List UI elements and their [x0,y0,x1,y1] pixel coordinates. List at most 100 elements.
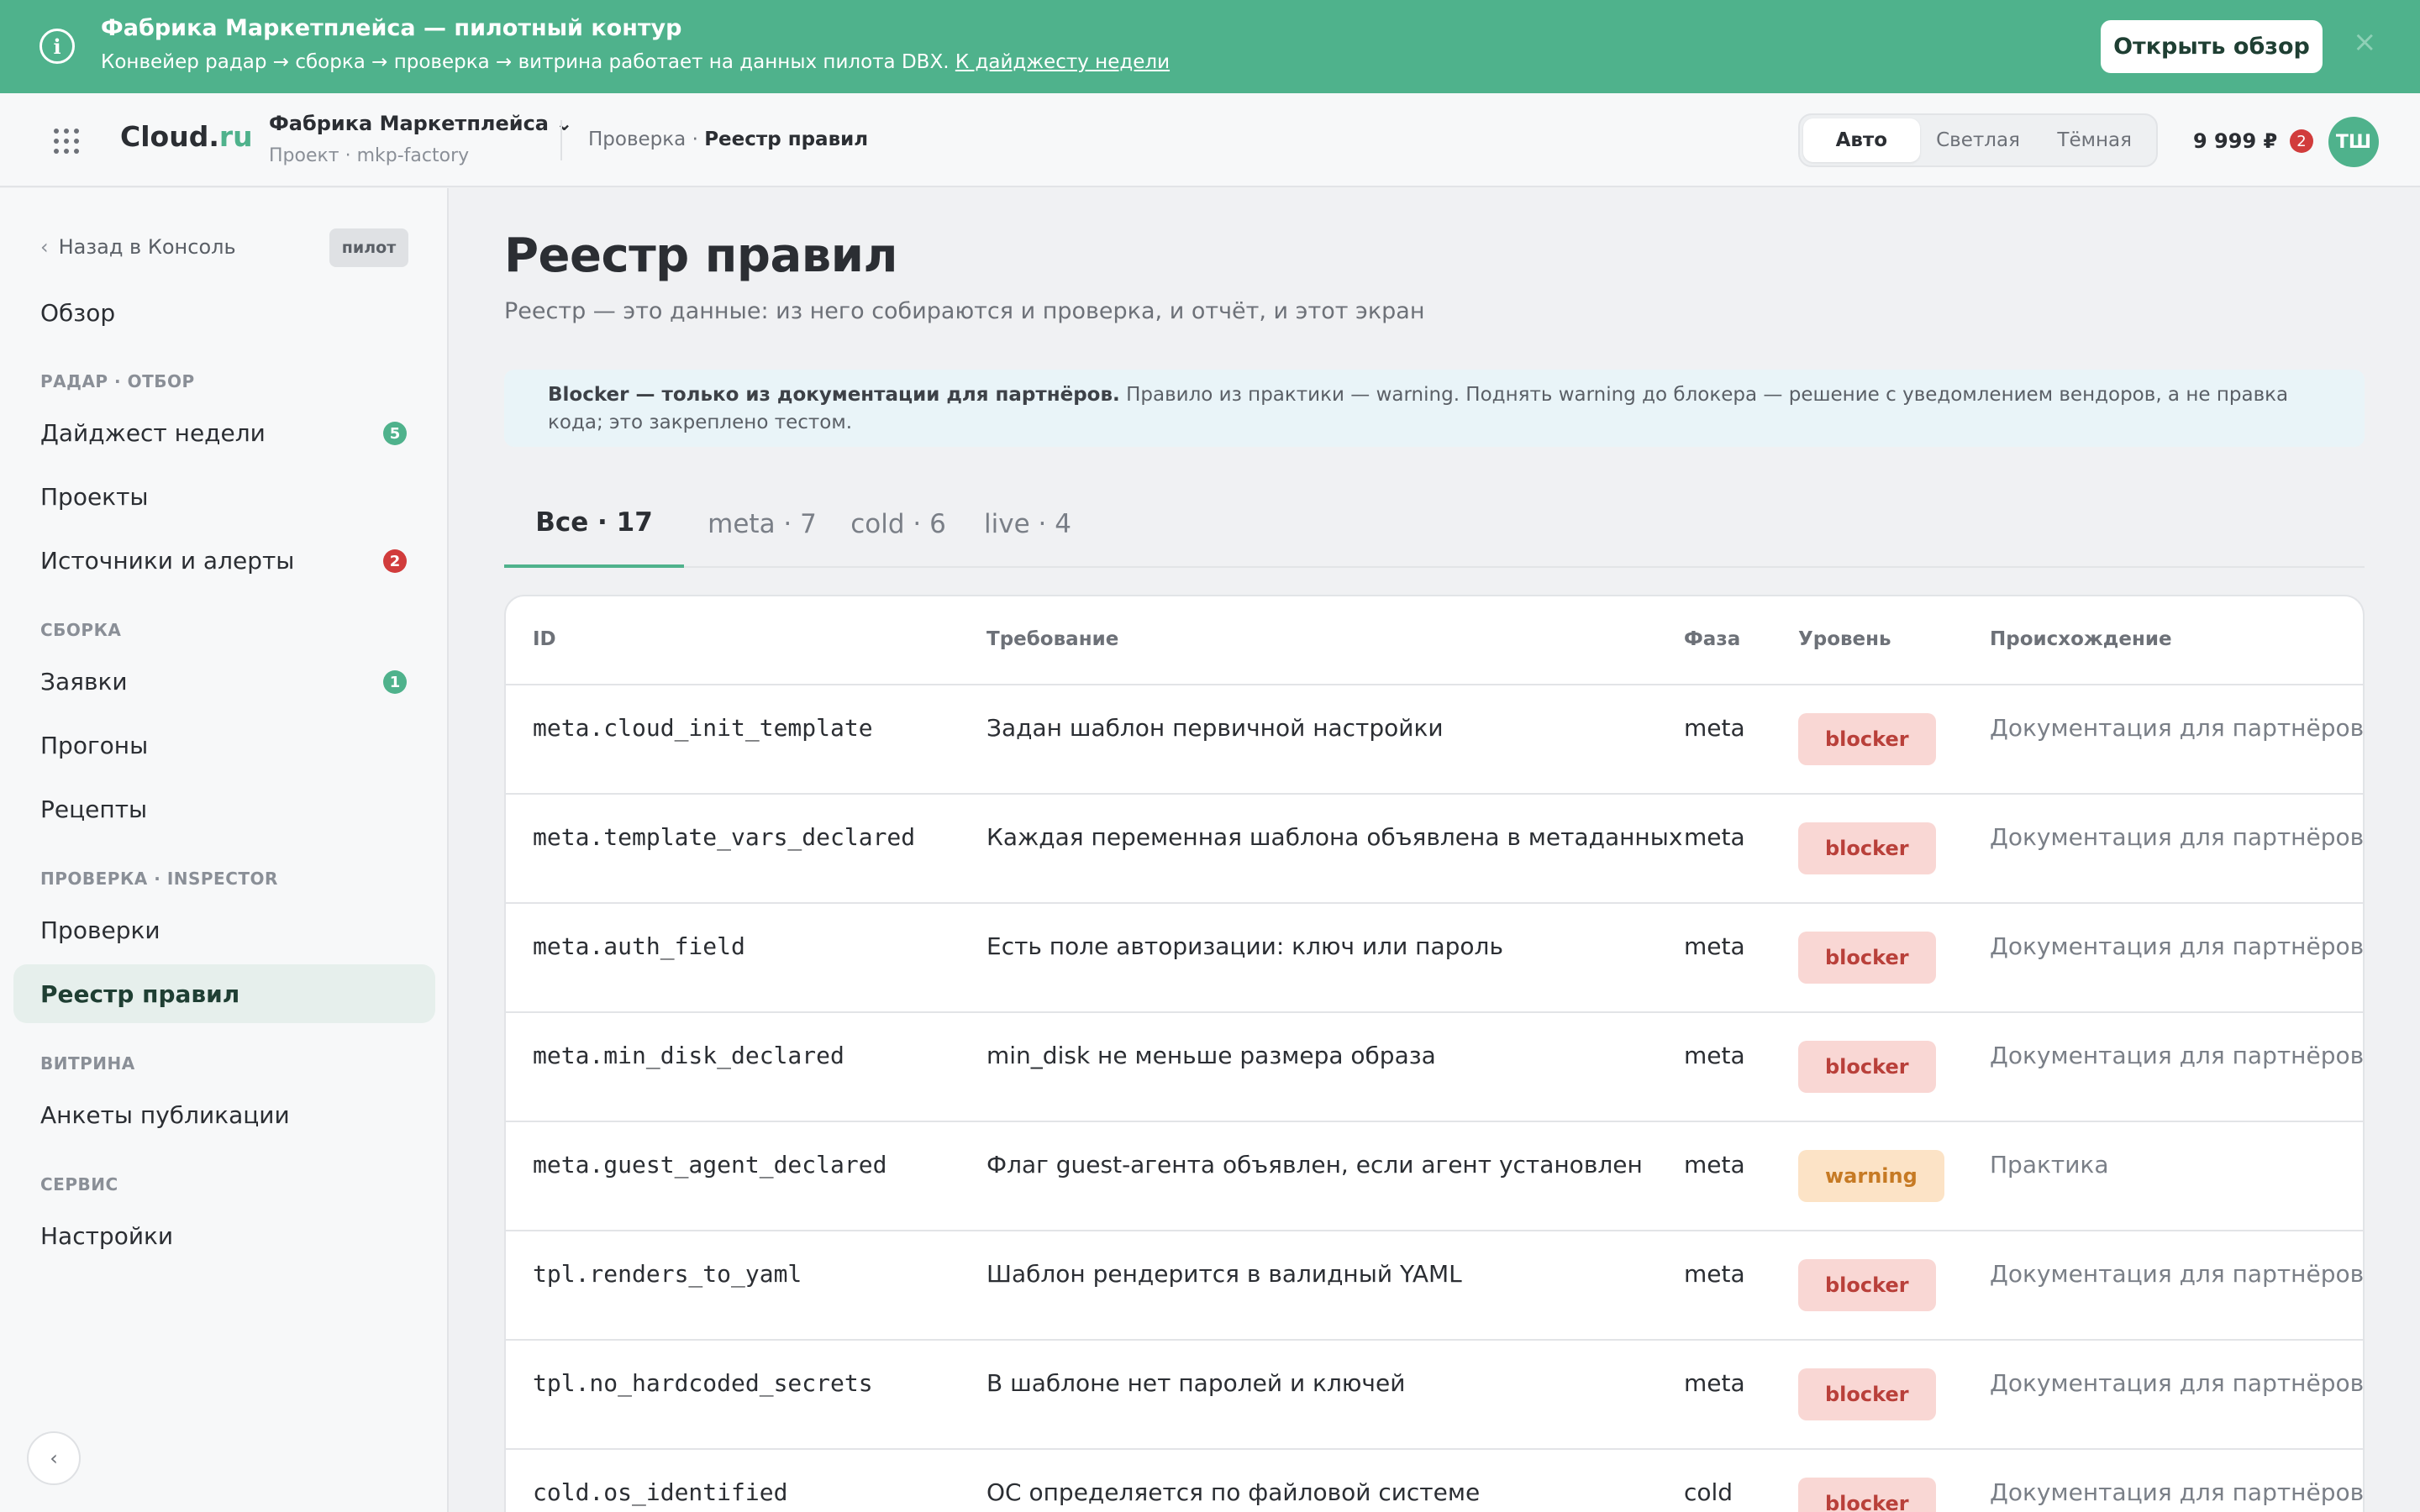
rule-id[interactable]: cold.os_identified [533,1478,787,1506]
tab-meta[interactable]: meta · 7 [697,480,827,568]
chevron-left-icon: ‹ [40,235,49,259]
col-requirement[interactable]: Требование [986,628,1118,650]
section-service: Сервис [40,1174,118,1194]
info-icon: i [39,29,75,64]
requests-count-badge: 1 [383,670,407,694]
table-row[interactable]: meta.min_disk_declared min_disk не меньше… [506,1013,2363,1122]
rule-requirement: ОС определяется по файловой системе [986,1478,1481,1506]
rule-id[interactable]: meta.cloud_init_template [533,714,873,742]
rule-phase: meta [1684,714,1745,742]
rule-id[interactable]: meta.template_vars_declared [533,823,915,851]
logo[interactable]: Cloud.ru [120,120,253,153]
table-row[interactable]: meta.guest_agent_declared Флаг guest-аген… [506,1122,2363,1231]
tab-all[interactable]: Все · 17 [504,480,684,568]
back-to-console-link[interactable]: ‹ Назад в Консоль [40,235,236,259]
rule-origin: Документация для партнёров [1990,932,2365,960]
rule-id[interactable]: meta.guest_agent_declared [533,1151,886,1179]
theme-dark[interactable]: Тёмная [2036,118,2153,162]
sidebar-item-overview[interactable]: Обзор [13,283,435,342]
rule-phase: meta [1684,823,1745,851]
level-badge: blocker [1798,822,1936,874]
project-id: Проект · mkp-factory [269,145,470,166]
notification-badge[interactable]: 2 [2290,129,2313,153]
breadcrumb-current: Реестр правил [704,129,869,150]
rule-origin: Документация для партнёров [1990,823,2365,851]
theme-auto[interactable]: Авто [1803,118,1920,162]
section-radar: Радар · отбор [40,371,195,391]
sidebar-item-sources[interactable]: Источники и алерты 2 [13,531,435,590]
table-row[interactable]: tpl.no_hardcoded_secrets В шаблоне нет па… [506,1341,2363,1450]
sidebar: ‹ Назад в Консоль пилот Обзор Радар · отб… [0,188,449,1512]
rule-origin: Документация для партнёров [1990,1478,2365,1506]
sidebar-item-digest[interactable]: Дайджест недели 5 [13,403,435,462]
top-header: Cloud.ru Фабрика Маркетплейса ⌄ Проект ·… [0,93,2420,187]
level-badge: blocker [1798,1259,1936,1311]
level-badge: blocker [1798,1368,1936,1420]
level-badge: blocker [1798,932,1936,984]
section-inspect: Проверка · Inspector [40,869,278,889]
breadcrumb-parent[interactable]: Проверка · [588,129,704,150]
apps-grid-icon[interactable] [54,129,79,154]
avatar[interactable]: ТШ [2328,117,2379,167]
rule-origin: Документация для партнёров [1990,1042,2365,1069]
theme-light[interactable]: Светлая [1920,118,2037,162]
table-row[interactable]: tpl.renders_to_yaml Шаблон рендерится в в… [506,1231,2363,1341]
open-overview-button[interactable]: Открыть обзор [2101,20,2323,73]
table-row[interactable]: cold.os_identified ОС определяется по фай… [506,1450,2363,1512]
close-icon[interactable]: × [2353,28,2377,56]
rule-id[interactable]: meta.min_disk_declared [533,1042,844,1069]
section-showcase: Витрина [40,1053,135,1074]
rule-origin: Документация для партнёров [1990,1260,2365,1288]
pilot-badge: пилот [329,228,408,267]
digest-link[interactable]: К дайджесту недели [955,51,1170,73]
sidebar-item-projects[interactable]: Проекты [13,467,435,526]
sidebar-item-recipes[interactable]: Рецепты [13,780,435,838]
col-id[interactable]: ID [533,628,556,650]
table-row[interactable]: meta.auth_field Есть поле авторизации: кл… [506,904,2363,1013]
rule-requirement: Шаблон рендерится в валидный YAML [986,1260,1462,1288]
rule-origin: Практика [1990,1151,2109,1179]
rule-id[interactable]: tpl.no_hardcoded_secrets [533,1369,873,1397]
rule-id[interactable]: meta.auth_field [533,932,745,960]
sidebar-item-forms[interactable]: Анкеты публикации [13,1085,435,1144]
collapse-sidebar-button[interactable]: ‹ [27,1431,81,1485]
banner-text: Конвейер радар → сборка → проверка → вит… [101,51,1170,73]
sidebar-item-requests[interactable]: Заявки 1 [13,652,435,711]
sources-count-badge: 2 [383,549,407,573]
rule-phase: meta [1684,1260,1745,1288]
rule-phase: meta [1684,1151,1745,1179]
rule-requirement: Флаг guest-агента объявлен, если агент у… [986,1151,1643,1179]
sidebar-item-checks[interactable]: Проверки [13,900,435,959]
sidebar-item-settings[interactable]: Настройки [13,1206,435,1265]
page-title: Реестр правил [504,228,898,283]
rule-requirement: Есть поле авторизации: ключ или пароль [986,932,1503,960]
project-selector[interactable]: Фабрика Маркетплейса ⌄ [269,112,572,135]
rule-phase: meta [1684,932,1745,960]
rule-id[interactable]: tpl.renders_to_yaml [533,1260,802,1288]
table-row[interactable]: meta.cloud_init_template Задан шаблон пер… [506,685,2363,795]
level-badge: blocker [1798,1478,1936,1512]
balance[interactable]: 9 999 ₽ [2193,129,2277,153]
section-build: Сборка [40,620,122,640]
sidebar-item-rules[interactable]: Реестр правил [13,964,435,1023]
rule-requirement: Задан шаблон первичной настройки [986,714,1444,742]
theme-switcher: Авто Светлая Тёмная [1798,113,2158,167]
rule-requirement: В шаблоне нет паролей и ключей [986,1369,1406,1397]
tab-cold[interactable]: cold · 6 [839,480,958,568]
pilot-banner: i Фабрика Маркетплейса — пилотный контур… [0,0,2420,93]
policy-note: Blocker — только из документации для пар… [504,370,2365,447]
rule-phase: cold [1684,1478,1733,1506]
tab-live[interactable]: live · 4 [971,480,1084,568]
rules-table: ID Требование Фаза Уровень Происхождение… [504,595,2365,1512]
table-header: ID Требование Фаза Уровень Происхождение [506,596,2363,685]
table-row[interactable]: meta.template_vars_declared Каждая переме… [506,795,2363,904]
rule-requirement: min_disk не меньше размера образа [986,1042,1436,1069]
col-phase[interactable]: Фаза [1684,628,1740,650]
digest-count-badge: 5 [383,422,407,445]
col-origin[interactable]: Происхождение [1990,628,2172,650]
sidebar-item-runs[interactable]: Прогоны [13,716,435,774]
banner-title: Фабрика Маркетплейса — пилотный контур [101,15,682,41]
rule-phase: meta [1684,1042,1745,1069]
col-level[interactable]: Уровень [1798,628,1891,650]
breadcrumb: Проверка · Реестр правил [588,129,868,150]
